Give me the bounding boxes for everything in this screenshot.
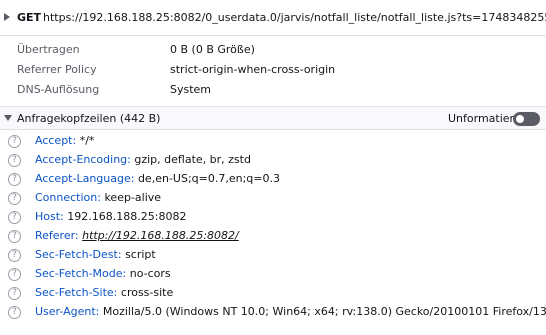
help-icon[interactable]: ? bbox=[8, 173, 21, 186]
header-entry: Host: 192.168.188.25:8082 bbox=[35, 210, 186, 223]
header-entry: Sec-Fetch-Site: cross-site bbox=[35, 286, 173, 299]
request-method: GET bbox=[17, 11, 42, 24]
raw-toggle-switch[interactable] bbox=[513, 112, 540, 126]
summary-value: 0 B (0 B Größe) bbox=[170, 43, 255, 56]
header-value: Mozilla/5.0 (Windows NT 10.0; Win64; x64… bbox=[102, 305, 546, 318]
request-headers-title: Anfragekopfzeilen (442 B) bbox=[17, 112, 161, 125]
summary-value: strict-origin-when-cross-origin bbox=[170, 63, 336, 76]
summary-row-transferred: Übertragen 0 B (0 B Größe) bbox=[0, 40, 546, 60]
header-name: Sec-Fetch-Mode: bbox=[35, 267, 127, 280]
header-entry: Sec-Fetch-Mode: no-cors bbox=[35, 267, 171, 280]
header-value-link[interactable]: http://192.168.188.25:8082/ bbox=[82, 229, 239, 242]
header-value: script bbox=[125, 248, 156, 261]
header-row[interactable]: ? Referer: http://192.168.188.25:8082/ bbox=[0, 227, 546, 246]
summary-label: Referrer Policy bbox=[17, 63, 97, 76]
header-row[interactable]: ? Accept-Encoding: gzip, deflate, br, zst… bbox=[0, 151, 546, 170]
collapse-triangle-icon[interactable] bbox=[4, 115, 12, 121]
header-value: keep-alive bbox=[104, 191, 162, 204]
help-icon[interactable]: ? bbox=[8, 306, 21, 319]
header-value: de,en-US;q=0.7,en;q=0.3 bbox=[137, 172, 280, 185]
header-name: Connection: bbox=[35, 191, 101, 204]
header-entry: Accept-Encoding: gzip, deflate, br, zstd bbox=[35, 153, 251, 166]
header-entry: Accept-Language: de,en-US;q=0.7,en;q=0.3 bbox=[35, 172, 280, 185]
request-headers-section-header[interactable]: Anfragekopfzeilen (442 B) Unformatiert bbox=[0, 106, 546, 130]
header-name: Accept-Encoding: bbox=[35, 153, 131, 166]
header-name: User-Agent: bbox=[35, 305, 100, 318]
help-icon[interactable]: ? bbox=[8, 249, 21, 262]
header-row[interactable]: ? Connection: keep-alive bbox=[0, 189, 546, 208]
header-row[interactable]: ? Sec-Fetch-Site: cross-site bbox=[0, 284, 546, 303]
header-name: Sec-Fetch-Site: bbox=[35, 286, 118, 299]
expand-triangle-icon[interactable] bbox=[4, 13, 10, 21]
header-row[interactable]: ? User-Agent: Mozilla/5.0 (Windows NT 10.… bbox=[0, 303, 546, 322]
header-entry: Accept: */* bbox=[35, 134, 94, 147]
header-name: Referer: bbox=[35, 229, 79, 242]
help-icon[interactable]: ? bbox=[8, 211, 21, 224]
switch-knob bbox=[516, 115, 524, 123]
summary-label: Übertragen bbox=[17, 43, 80, 56]
header-entry: Connection: keep-alive bbox=[35, 191, 161, 204]
header-name: Sec-Fetch-Dest: bbox=[35, 248, 122, 261]
summary-row-referrer-policy: Referrer Policy strict-origin-when-cross… bbox=[0, 60, 546, 80]
summary-value: System bbox=[170, 83, 212, 96]
request-url[interactable]: https://192.168.188.25:8082/0_userdata.0… bbox=[43, 11, 546, 24]
header-entry: User-Agent: Mozilla/5.0 (Windows NT 10.0… bbox=[35, 305, 546, 318]
header-row[interactable]: ? Sec-Fetch-Mode: no-cors bbox=[0, 265, 546, 284]
raw-toggle-label: Unformatiert bbox=[448, 112, 519, 125]
header-entry: Sec-Fetch-Dest: script bbox=[35, 248, 156, 261]
header-value: 192.168.188.25:8082 bbox=[67, 210, 187, 223]
header-value: gzip, deflate, br, zstd bbox=[134, 153, 251, 166]
summary-label: DNS-Auflösung bbox=[17, 83, 100, 96]
header-row[interactable]: ? Accept: */* bbox=[0, 132, 546, 151]
help-icon[interactable]: ? bbox=[8, 192, 21, 205]
header-name: Accept-Language: bbox=[35, 172, 135, 185]
header-value: cross-site bbox=[120, 286, 174, 299]
header-name: Accept: bbox=[35, 134, 77, 147]
header-row[interactable]: ? Host: 192.168.188.25:8082 bbox=[0, 208, 546, 227]
help-icon[interactable]: ? bbox=[8, 154, 21, 167]
header-name: Host: bbox=[35, 210, 64, 223]
help-icon[interactable]: ? bbox=[8, 135, 21, 148]
header-value: */* bbox=[79, 134, 95, 147]
header-entry: Referer: http://192.168.188.25:8082/ bbox=[35, 229, 239, 242]
header-row[interactable]: ? Accept-Language: de,en-US;q=0.7,en;q=0.… bbox=[0, 170, 546, 189]
request-line[interactable]: GET https://192.168.188.25:8082/0_userda… bbox=[0, 0, 546, 36]
help-icon[interactable]: ? bbox=[8, 268, 21, 281]
help-icon[interactable]: ? bbox=[8, 230, 21, 243]
header-value: no-cors bbox=[129, 267, 171, 280]
help-icon[interactable]: ? bbox=[8, 287, 21, 300]
summary-row-dns-resolution: DNS-Auflösung System bbox=[0, 80, 546, 100]
header-row[interactable]: ? Sec-Fetch-Dest: script bbox=[0, 246, 546, 265]
